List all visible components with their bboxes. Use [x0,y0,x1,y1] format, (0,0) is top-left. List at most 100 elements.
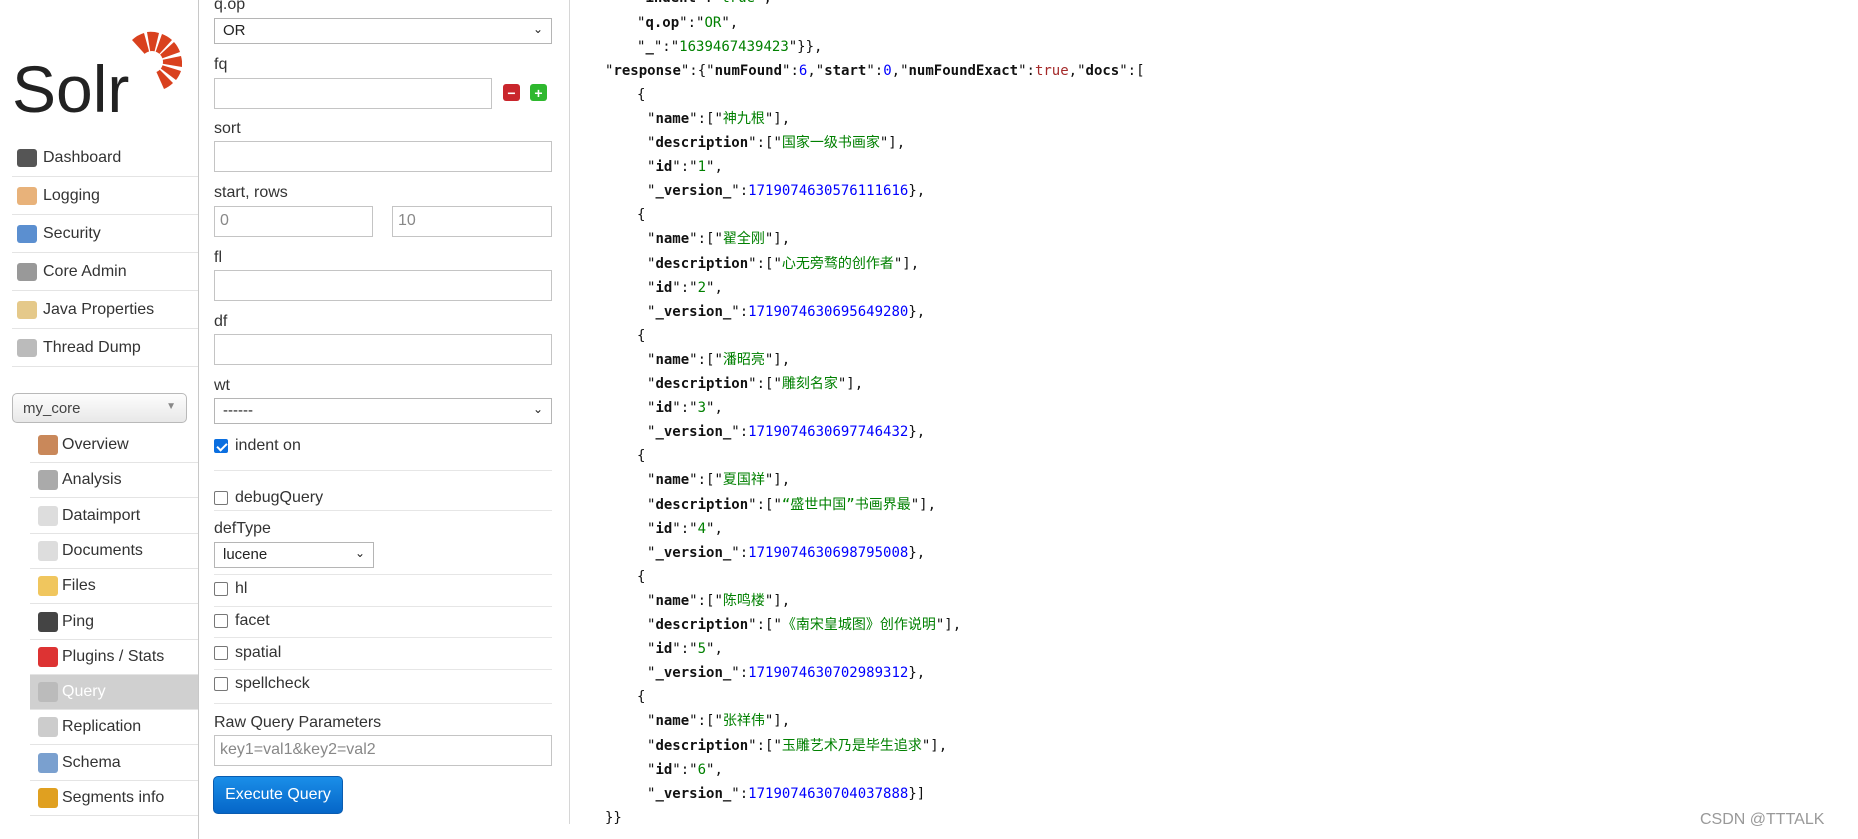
json-key: docs [1085,62,1120,79]
indent-label: indent on [235,437,301,454]
punct: { [637,327,646,344]
deftype-label: defType [214,520,271,537]
facet-checkbox[interactable]: facet [214,612,270,630]
core-selector-value: my_core [23,400,81,417]
json-key: description [655,496,749,513]
doc-description: 《南宋皇城图》创作说明 [781,617,936,633]
core-item-label: Ping [62,612,95,630]
json-key: id [655,279,673,296]
fq-input[interactable] [214,78,492,109]
json-line: { [637,203,645,227]
facet-label: facet [235,612,270,629]
json-key: name [655,110,690,127]
core-item-label: Analysis [62,471,122,489]
spatial-checkbox[interactable]: spatial [214,644,281,662]
doc-version: 1719074630697746432 [748,424,909,441]
core-selector[interactable]: my_core ▼ [12,393,187,423]
core-item-query[interactable]: Query [30,675,198,711]
start-input[interactable]: 0 [214,206,373,237]
punct: ":" [679,14,705,31]
sidebar-item-security[interactable]: Security [12,215,198,253]
core-item-documents[interactable]: Documents [30,534,198,569]
core-item-segments-info[interactable]: Segments info [30,781,198,816]
sidebar-item-dashboard[interactable]: Dashboard [12,139,198,177]
punct: "], [893,255,920,272]
doc-name: 潘昭亮 [722,351,765,368]
execute-query-button[interactable]: Execute Query [213,776,343,814]
checkbox-icon[interactable] [214,614,228,628]
punct: ":" [672,159,698,176]
funnel-icon [38,470,58,491]
doc-version: 1719074630695649280 [748,303,909,320]
json-line: "id":"1", [647,155,723,179]
punct: "], [764,472,791,489]
doc-description: 国家一级书画家 [781,135,880,151]
spellcheck-label: spellcheck [235,675,310,692]
checkbox-icon[interactable] [214,646,228,660]
add-fq-button[interactable]: + [530,84,547,101]
indent-checkbox[interactable]: indent on [214,437,301,455]
thread-dump-icon [17,338,37,357]
spellcheck-checkbox[interactable]: spellcheck [214,675,310,693]
punct: ," [1068,62,1086,79]
sidebar-item-core-admin[interactable]: Core Admin [12,253,198,291]
punct: ": [731,303,749,320]
df-input[interactable] [214,334,552,365]
json-string: 1639467439423 [679,38,789,55]
json-key: name [655,713,690,730]
hl-checkbox[interactable]: hl [214,580,247,598]
punct: "], [910,496,937,513]
checkbox-icon[interactable] [214,582,228,596]
core-item-analysis[interactable]: Analysis [30,463,198,499]
solr-logo[interactable]: Solr [12,24,183,126]
json-key: description [655,255,749,272]
logging-icon [17,186,37,205]
deftype-select[interactable]: lucene ⌄ [214,542,374,568]
punct: "], [764,231,791,248]
doc-version: 1719074630576111616 [748,183,909,200]
checkbox-icon[interactable] [214,491,228,505]
wt-select[interactable]: ------ ⌄ [214,398,552,424]
core-item-ping[interactable]: Ping [30,605,198,640]
start-rows-label: start, rows [214,184,288,201]
json-line: "_version_":1719074630697746432}, [647,420,925,444]
checkbox-icon[interactable] [214,677,228,691]
doc-version: 1719074630698795008 [748,544,909,561]
segments-icon [38,788,58,808]
debugquery-checkbox[interactable]: debugQuery [214,489,323,507]
raw-params-input[interactable]: key1=val1&key2=val2 [214,735,552,766]
sort-input[interactable] [214,141,552,172]
json-key: _version_ [655,183,732,200]
punct: ": [731,424,749,441]
core-item-overview[interactable]: Overview [30,428,198,463]
checkbox-checked-icon[interactable] [214,439,228,453]
rows-input[interactable]: 10 [392,206,552,237]
security-icon [17,224,37,243]
remove-fq-button[interactable]: − [503,84,520,101]
punct: ":[" [748,255,782,272]
json-line: "_version_":1719074630704037888}] [647,782,925,806]
sidebar-item-java-properties[interactable]: Java Properties [12,291,198,329]
json-key: _version_ [655,544,732,561]
punct: ," [807,62,825,79]
core-item-schema[interactable]: Schema [30,746,198,781]
punct: ": [731,183,749,200]
json-line: "name":["夏国祥"], [647,468,790,492]
qop-select[interactable]: OR ⌄ [214,18,552,44]
core-item-plugins-stats[interactable]: Plugins / Stats [30,640,198,675]
ping-icon [38,611,58,632]
logo-text: Solr [12,52,129,124]
json-key: id [655,520,673,537]
core-item-dataimport[interactable]: Dataimport [30,499,198,534]
minus-icon: − [507,84,516,101]
punct: "], [764,713,791,730]
core-item-replication[interactable]: Replication [30,710,198,746]
fl-input[interactable] [214,270,552,301]
core-item-files[interactable]: Files [30,569,198,605]
punct: }, [908,665,926,682]
json-key: indent [645,0,696,6]
doc-description: “盛世中国”书画界最 [781,496,911,513]
sidebar-item-thread-dump[interactable]: Thread Dump [12,329,198,367]
sidebar-item-logging[interactable]: Logging [12,177,198,215]
triangle-down-icon: ▼ [166,401,176,412]
